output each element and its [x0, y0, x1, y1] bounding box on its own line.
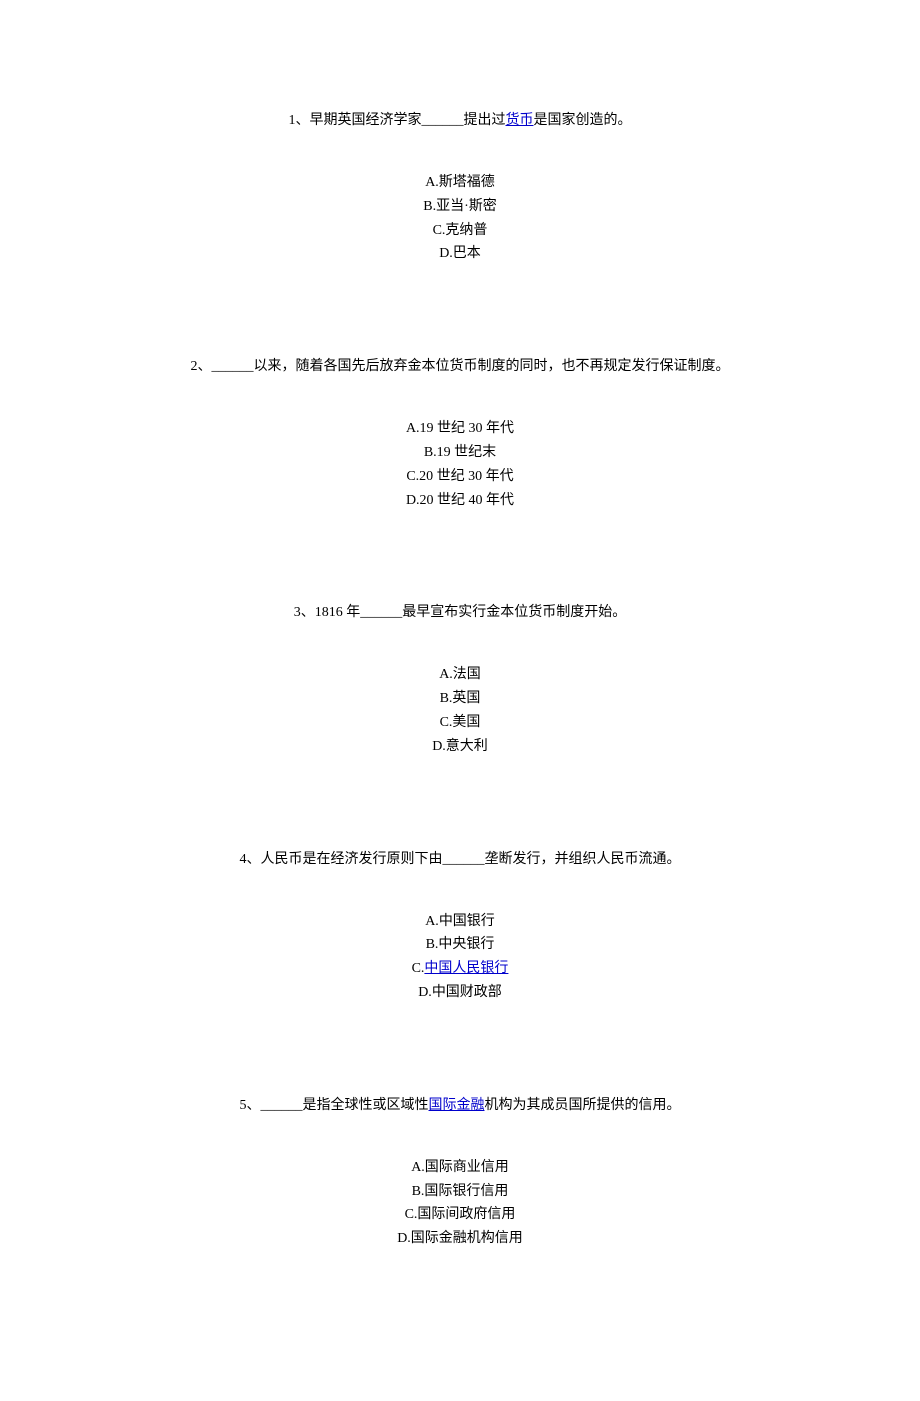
q4-d-label: D. [418, 985, 432, 1000]
q2-option-a: A.19 世纪 30 年代 [90, 417, 830, 441]
q1-link[interactable]: 货币 [506, 113, 534, 128]
q5-link[interactable]: 国际金融 [429, 1098, 485, 1113]
q3-options: A.法国 B.英国 C.美国 D.意大利 [90, 663, 830, 758]
q5-blank: ______ [261, 1098, 303, 1113]
q4-b-text: 中央银行 [438, 937, 494, 952]
question-4-text: 4、人民币是在经济发行原则下由______垄断发行，并组织人民币流通。 [90, 849, 830, 870]
q1-pre: 早期英国经济学家 [310, 113, 422, 128]
q3-option-d: D.意大利 [90, 735, 830, 759]
q2-options: A.19 世纪 30 年代 B.19 世纪末 C.20 世纪 30 年代 D.2… [90, 417, 830, 512]
q2-option-c: C.20 世纪 30 年代 [90, 465, 830, 489]
question-4: 4、人民币是在经济发行原则下由______垄断发行，并组织人民币流通。 A.中国… [90, 849, 830, 1005]
q4-number: 4、 [240, 852, 261, 867]
q1-options: A.斯塔福德 B.亚当·斯密 C.克纳普 D.巴本 [90, 171, 830, 266]
question-5: 5、______是指全球性或区域性国际金融机构为其成员国所提供的信用。 A.国际… [90, 1095, 830, 1251]
q2-blank: ______ [212, 359, 254, 374]
q3-blank: ______ [360, 605, 402, 620]
question-3: 3、1816 年______最早宣布实行金本位货币制度开始。 A.法国 B.英国… [90, 602, 830, 758]
q5-mid: 是指全球性或区域性 [303, 1098, 429, 1113]
q4-a-label: A. [425, 914, 439, 929]
q3-mid: 最早宣布实行金本位货币制度开始。 [402, 605, 626, 620]
q4-options: A.中国银行 B.中央银行 C.中国人民银行 D.中国财政部 [90, 910, 830, 1005]
q1-option-b: B.亚当·斯密 [90, 195, 830, 219]
document-page: 1、早期英国经济学家______提出过货币是国家创造的。 A.斯塔福德 B.亚当… [0, 0, 920, 1401]
question-1: 1、早期英国经济学家______提出过货币是国家创造的。 A.斯塔福德 B.亚当… [90, 110, 830, 266]
q5-options: A.国际商业信用 B.国际银行信用 C.国际间政府信用 D.国际金融机构信用 [90, 1156, 830, 1251]
q4-d-text: 中国财政部 [432, 985, 502, 1000]
q2-option-b: B.19 世纪末 [90, 441, 830, 465]
q2-option-d: D.20 世纪 40 年代 [90, 489, 830, 513]
q5-option-a: A.国际商业信用 [90, 1156, 830, 1180]
q3-option-b: B.英国 [90, 687, 830, 711]
q4-mid: 垄断发行，并组织人民币流通。 [485, 852, 681, 867]
q4-option-a: A.中国银行 [90, 910, 830, 934]
q1-number: 1、 [289, 113, 310, 128]
q1-mid: 提出过 [464, 113, 506, 128]
q1-blank: ______ [422, 113, 464, 128]
q4-option-b: B.中央银行 [90, 933, 830, 957]
q4-pre: 人民币是在经济发行原则下由 [261, 852, 443, 867]
q3-number: 3、 [294, 605, 315, 620]
q4-a-text: 中国银行 [439, 914, 495, 929]
q4-c-link[interactable]: 中国人民银行 [424, 961, 508, 976]
q4-b-label: B. [426, 937, 439, 952]
q1-option-c: C.克纳普 [90, 219, 830, 243]
q1-post: 是国家创造的。 [534, 113, 632, 128]
q4-option-d: D.中国财政部 [90, 981, 830, 1005]
q4-option-c: C.中国人民银行 [90, 957, 830, 981]
question-2-text: 2、______以来，随着各国先后放弃金本位货币制度的同时，也不再规定发行保证制… [90, 356, 830, 377]
q5-option-d: D.国际金融机构信用 [90, 1227, 830, 1251]
q4-blank: ______ [443, 852, 485, 867]
q3-pre: 1816 年 [315, 605, 361, 620]
q3-option-c: C.美国 [90, 711, 830, 735]
q4-c-label: C. [412, 961, 425, 976]
question-1-text: 1、早期英国经济学家______提出过货币是国家创造的。 [90, 110, 830, 131]
q2-number: 2、 [191, 359, 212, 374]
question-5-text: 5、______是指全球性或区域性国际金融机构为其成员国所提供的信用。 [90, 1095, 830, 1116]
q5-number: 5、 [240, 1098, 261, 1113]
q3-option-a: A.法国 [90, 663, 830, 687]
q2-mid: 以来，随着各国先后放弃金本位货币制度的同时，也不再规定发行保证制度。 [254, 359, 730, 374]
q5-option-c: C.国际间政府信用 [90, 1203, 830, 1227]
question-3-text: 3、1816 年______最早宣布实行金本位货币制度开始。 [90, 602, 830, 623]
q1-option-a: A.斯塔福德 [90, 171, 830, 195]
q5-option-b: B.国际银行信用 [90, 1180, 830, 1204]
q1-option-d: D.巴本 [90, 242, 830, 266]
question-2: 2、______以来，随着各国先后放弃金本位货币制度的同时，也不再规定发行保证制… [90, 356, 830, 512]
q5-post: 机构为其成员国所提供的信用。 [485, 1098, 681, 1113]
